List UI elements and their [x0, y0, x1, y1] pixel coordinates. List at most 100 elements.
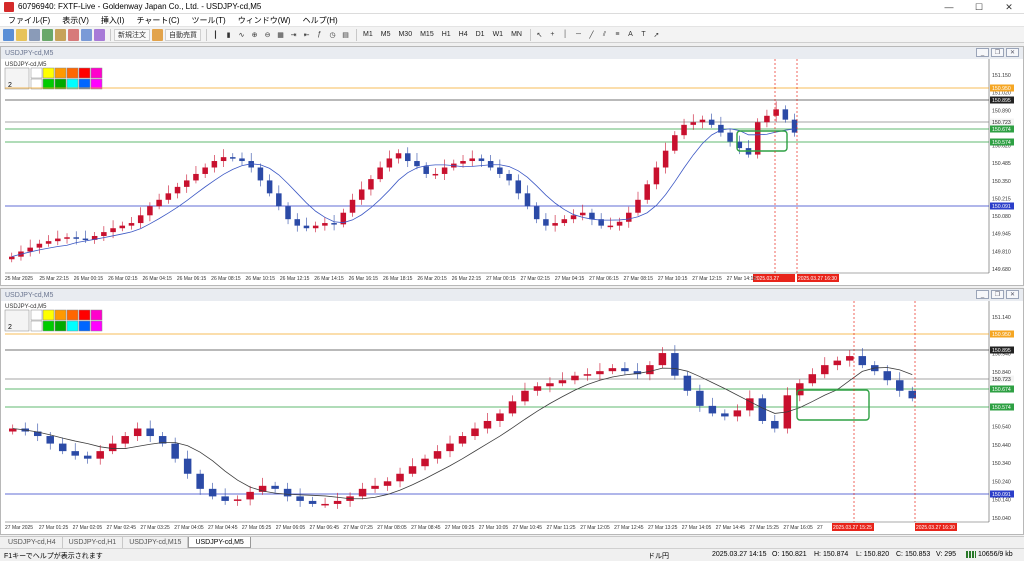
candle-body	[196, 473, 204, 489]
templates-icon[interactable]: ▤	[340, 29, 351, 41]
price-tag-label: 150.950	[992, 86, 1011, 92]
candle-body	[414, 161, 420, 167]
time-tick-label: 27 Mar 02:45	[107, 525, 137, 531]
time-tick-label: 27 Mar 12:15	[692, 276, 722, 282]
color-swatch	[30, 309, 43, 321]
timeframe-h1[interactable]: H1	[439, 29, 454, 41]
candle-body	[773, 109, 779, 116]
channel-icon[interactable]: ⫽	[599, 29, 610, 41]
price-chart-top[interactable]: USDJPY-cd,M52151.150151.020150.890150.75…	[1, 59, 1023, 285]
chart-shift-icon[interactable]: ⇤	[301, 29, 312, 41]
price-tick-label: 151.140	[992, 315, 1011, 321]
candlestick-icon[interactable]: ▮	[223, 29, 234, 41]
color-swatch	[42, 78, 55, 90]
time-tick-label: 27 Mar 10:45	[513, 525, 543, 531]
minimize-icon[interactable]: _	[976, 48, 989, 57]
candle-body	[271, 485, 279, 489]
cursor-icon[interactable]: ↖	[534, 29, 545, 41]
color-swatch	[90, 67, 103, 79]
color-swatch	[30, 67, 43, 79]
candle-body	[211, 161, 218, 168]
trendline-icon[interactable]: ╱	[586, 29, 597, 41]
maximize-icon[interactable]: ☐	[964, 0, 994, 14]
period-icon[interactable]: ◷	[327, 29, 338, 41]
tester-icon[interactable]	[94, 28, 105, 41]
crosshair-icon[interactable]: +	[547, 29, 558, 41]
price-chart-bottom[interactable]: USDJPY-cd,M52151.140151.040150.940150.84…	[1, 301, 1023, 534]
candle-body	[45, 241, 52, 244]
profiles-icon[interactable]	[29, 28, 40, 41]
color-swatch	[78, 78, 91, 90]
candle-body	[758, 398, 767, 421]
horizontal-line-icon[interactable]: ─	[573, 29, 584, 41]
tile-windows-icon[interactable]: ▦	[275, 29, 286, 41]
vertical-line-icon[interactable]: │	[560, 29, 571, 41]
metaeditor-icon[interactable]	[152, 28, 163, 41]
close-icon[interactable]: ✕	[1006, 290, 1019, 299]
autoscroll-icon[interactable]: ⇥	[288, 29, 299, 41]
terminal-icon[interactable]	[81, 28, 92, 41]
candle-body	[308, 500, 317, 504]
candle-body	[171, 443, 179, 459]
status-high: H: 150.874	[814, 551, 849, 558]
tab-usdjpy-m5[interactable]: USDJPY-cd,M5	[188, 537, 251, 548]
time-tick-label: 27 Mar 06:15	[589, 276, 619, 282]
restore-icon[interactable]: ❐	[991, 48, 1004, 57]
zoom-in-icon[interactable]: ⊕	[249, 29, 260, 41]
menu-file[interactable]: ファイル(F)	[8, 15, 50, 26]
candle-body	[108, 443, 117, 452]
menu-help[interactable]: ヘルプ(H)	[303, 15, 338, 26]
timeframe-m1[interactable]: M1	[360, 29, 376, 41]
color-swatch	[42, 320, 55, 332]
text-icon[interactable]: A	[625, 29, 636, 41]
timeframe-mn[interactable]: MN	[508, 29, 525, 41]
tab-usdjpy-m15[interactable]: USDJPY-cd,M15	[123, 537, 189, 548]
bar-chart-icon[interactable]: ┃	[210, 29, 221, 41]
tab-usdjpy-h4[interactable]: USDJPY-cd,H4	[2, 537, 63, 548]
time-tick-label: 27 Mar 10:05	[479, 525, 509, 531]
timeframe-w1[interactable]: W1	[490, 29, 507, 41]
candle-body	[487, 161, 494, 168]
menu-tools[interactable]: ツール(T)	[191, 15, 225, 26]
navigator-icon[interactable]	[68, 28, 79, 41]
app-icon	[4, 1, 14, 12]
auto-trade-button[interactable]: 自動売買	[165, 28, 201, 41]
price-tick-label: 150.215	[992, 196, 1011, 202]
chart-window-title: USDJPY-cd,M5	[5, 291, 54, 299]
candle-body	[321, 503, 329, 506]
timeframe-h4[interactable]: H4	[456, 29, 471, 41]
zoom-out-icon[interactable]: ⊖	[262, 29, 273, 41]
highlight-box	[736, 130, 788, 152]
menu-chart[interactable]: チャート(C)	[136, 15, 179, 26]
new-order-button[interactable]: 新規注文	[114, 28, 150, 41]
timeframe-m30[interactable]: M30	[395, 29, 415, 41]
menu-insert[interactable]: 挿入(I)	[101, 15, 125, 26]
arrows-icon[interactable]: ➚	[651, 29, 662, 41]
data-window-icon[interactable]	[55, 28, 66, 41]
close-icon[interactable]: ✕	[1006, 48, 1019, 57]
candle-body	[285, 206, 291, 220]
market-watch-icon[interactable]	[42, 28, 53, 41]
indicators-icon[interactable]: ƒ	[314, 29, 325, 41]
chart-window-bottom[interactable]: USDJPY-cd,M5 _ ❐ ✕ USDJPY-cd,M5 2 151.140 1…	[0, 288, 1024, 535]
label-icon[interactable]: T	[638, 29, 649, 41]
open-folder-icon[interactable]	[16, 28, 27, 41]
close-icon[interactable]: ✕	[994, 0, 1024, 14]
line-chart-icon[interactable]: ∿	[236, 29, 247, 41]
minimize-icon[interactable]: _	[976, 290, 989, 299]
time-tick-label: 25 Mar 22:15	[39, 276, 69, 282]
time-tick-label: 27 Mar 14:05	[682, 525, 712, 531]
timeframe-m15[interactable]: M15	[417, 29, 437, 41]
restore-icon[interactable]: ❐	[991, 290, 1004, 299]
chart-window-top[interactable]: USDJPY-cd,M5 _ ❐ ✕ USDJPY-cd,M5 2 151.150 1…	[0, 46, 1024, 286]
menu-window[interactable]: ウィンドウ(W)	[238, 15, 291, 26]
menu-view[interactable]: 表示(V)	[62, 15, 89, 26]
candle-body	[690, 122, 697, 125]
price-tick-label: 149.945	[992, 232, 1011, 238]
fibonacci-icon[interactable]: ≡	[612, 29, 623, 41]
new-chart-icon[interactable]	[3, 28, 14, 41]
timeframe-d1[interactable]: D1	[473, 29, 488, 41]
tab-usdjpy-h1[interactable]: USDJPY-cd,H1	[63, 537, 124, 548]
timeframe-m5[interactable]: M5	[378, 29, 394, 41]
minimize-icon[interactable]: —	[934, 0, 964, 14]
